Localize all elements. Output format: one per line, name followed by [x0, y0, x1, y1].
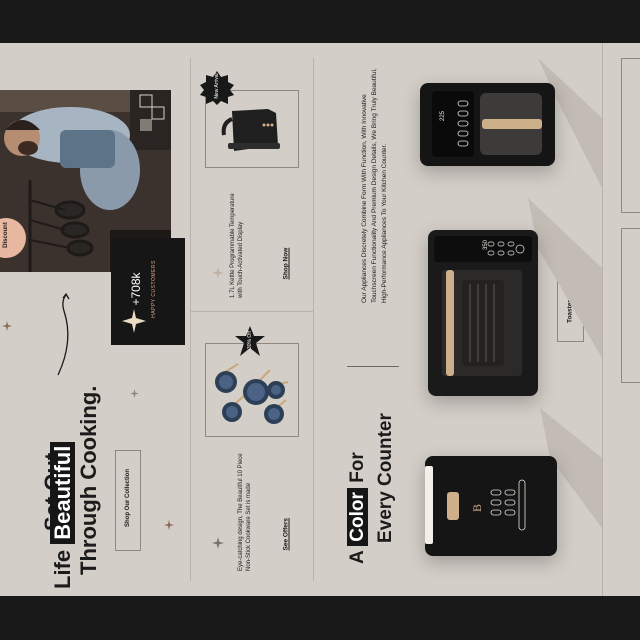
- stats-box: +708k HAPPY CUSTOMERS: [111, 238, 185, 345]
- oven-control-panel: 350: [434, 236, 532, 262]
- coffee-buttons: [457, 100, 469, 147]
- divider: [190, 311, 313, 312]
- oven-buttons: [487, 241, 525, 256]
- sparkle-icon: [164, 520, 174, 530]
- new-arrival-badge: New Arrival: [214, 73, 220, 99]
- oven-rack: [462, 280, 504, 366]
- toaster: B: [425, 456, 557, 556]
- coffee-control-panel: 225: [432, 91, 474, 157]
- toaster-oven: 350: [428, 230, 538, 396]
- oven-window: [442, 270, 522, 376]
- cookware-image-frame: [205, 343, 299, 437]
- divider: [602, 43, 603, 596]
- oven-handle: [446, 270, 454, 376]
- kettle-image: [221, 109, 280, 151]
- feature-divider: [347, 366, 399, 367]
- feature-title-text: A: [347, 550, 368, 564]
- coffee-maker: 225: [420, 83, 555, 166]
- stat-label: HAPPY CUSTOMERS: [151, 260, 157, 318]
- see-offers-link[interactable]: See Offers: [283, 511, 290, 551]
- shop-collection-button[interactable]: Shop Our Collection: [115, 450, 141, 551]
- coffee-display: 225: [440, 111, 446, 122]
- feature-title-highlight: Color: [347, 488, 368, 546]
- cookware-description: Eye-catching design, The Beautiful 10 Pi…: [238, 453, 252, 571]
- shop-collection-label: Shop Our Collection: [125, 469, 131, 527]
- cookware-image: [215, 363, 289, 424]
- feature-title-line-1: A Color For: [343, 452, 373, 564]
- carafe-handle: [482, 119, 542, 129]
- discount-badge-label: Discount: [3, 222, 9, 248]
- coffee-carafe: [480, 93, 542, 155]
- toaster-lever: [447, 492, 459, 520]
- sparkle-icon: [212, 537, 224, 549]
- sparkle-icon: [212, 267, 224, 279]
- shop-now-link[interactable]: Shop Now: [283, 240, 290, 280]
- side-panel: [621, 58, 640, 213]
- feature-title-line-2: Every Counter: [375, 413, 396, 543]
- divider: [190, 58, 191, 581]
- toaster-controls: B: [470, 479, 526, 531]
- divider: [313, 58, 314, 581]
- landing-page: Discount +708k HAPPY CUSTOMERS Set Out L…: [0, 43, 640, 596]
- sparkle-icon: [2, 321, 12, 331]
- sparkle-icon: [122, 309, 146, 333]
- feature-title-text: For: [347, 452, 368, 483]
- svg-text:B: B: [470, 504, 484, 512]
- sparkle-icon: [130, 389, 139, 398]
- side-panel: [621, 228, 640, 383]
- kettle-description: 1.7L Kettle Programmable Temperature wit…: [230, 193, 244, 298]
- discount-30-badge: 30% Off: [247, 331, 253, 349]
- toaster-slot: [425, 466, 433, 544]
- feature-body: Our Appliances Discretely Combine Form W…: [361, 68, 388, 303]
- arrow-curve-icon: [57, 292, 70, 376]
